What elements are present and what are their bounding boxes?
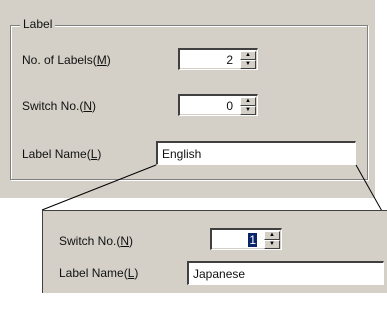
- label-name-field[interactable]: English: [156, 141, 356, 165]
- label-name-value: English: [162, 147, 202, 161]
- group-caption: Label: [20, 16, 56, 32]
- zoom-label-name-label: Label Name(L): [59, 266, 139, 280]
- switch-no-label: Switch No.(N): [22, 99, 97, 113]
- num-labels-spinbox[interactable]: 2 ▲ ▼: [178, 48, 258, 70]
- up-arrow-icon[interactable]: ▲: [264, 231, 280, 240]
- down-arrow-icon[interactable]: ▼: [240, 60, 256, 69]
- zoom-switch-no-value: 1: [248, 233, 257, 247]
- switch-no-value: 0: [226, 99, 233, 113]
- zoom-label-name-field[interactable]: Japanese: [187, 261, 384, 285]
- up-arrow-icon[interactable]: ▲: [240, 51, 256, 60]
- dialog-panel: Label No. of Labels(M) 2 ▲ ▼ Switch No.(…: [0, 0, 375, 198]
- zoom-switch-no-spinbox[interactable]: 1 ▲ ▼: [210, 228, 282, 250]
- zoomed-inset: Switch No.(N) 1 ▲ ▼ Label Name(L) Japane…: [42, 210, 387, 293]
- num-labels-label: No. of Labels(M): [22, 53, 111, 67]
- zoom-label-name-value: Japanese: [193, 267, 246, 281]
- num-labels-value: 2: [226, 53, 233, 67]
- zoom-switch-no-label: Switch No.(N): [59, 234, 134, 248]
- up-arrow-icon[interactable]: ▲: [240, 97, 256, 106]
- down-arrow-icon[interactable]: ▼: [240, 106, 256, 115]
- label-name-label: Label Name(L): [22, 147, 102, 161]
- down-arrow-icon[interactable]: ▼: [264, 240, 280, 249]
- switch-no-spinbox[interactable]: 0 ▲ ▼: [178, 94, 258, 116]
